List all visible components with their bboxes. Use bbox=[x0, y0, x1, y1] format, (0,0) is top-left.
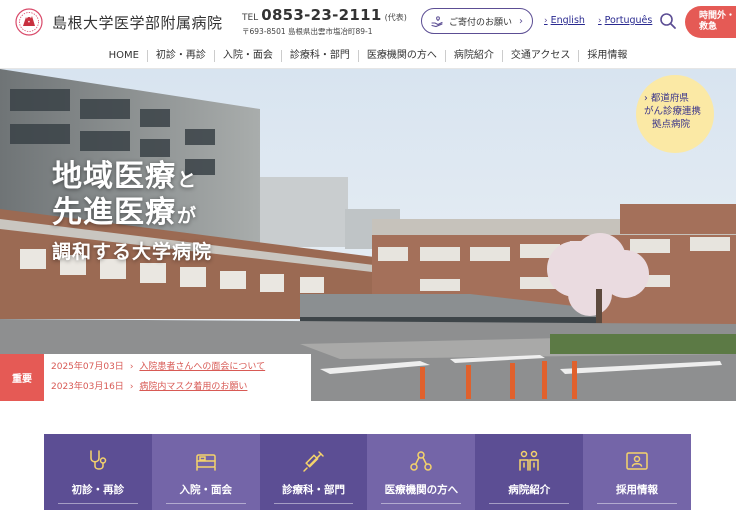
tile-medical-institutions[interactable]: 医療機関の方へ bbox=[367, 434, 476, 510]
hospital-logo-icon[interactable] bbox=[13, 8, 45, 36]
emergency-label-line1: 時間外・ bbox=[699, 11, 736, 21]
emergency-label-line2: 救急 bbox=[699, 22, 718, 32]
badge-line1: 都道府県 bbox=[650, 93, 689, 104]
nav-item-recruit[interactable]: 採用情報 bbox=[578, 50, 635, 62]
hero-headline: 地域医療 と 先進医療 が 調和する大学病院 bbox=[52, 159, 212, 264]
nav-item-access[interactable]: 交通アクセス bbox=[501, 50, 579, 62]
tile-recruit[interactable]: 採用情報 bbox=[583, 434, 691, 510]
chevron-right-icon: › bbox=[519, 15, 524, 27]
tel-note: (代表) bbox=[384, 13, 407, 22]
news-item[interactable]: 2025年07月03日 › 入院患者さんへの面会について bbox=[51, 361, 311, 373]
donation-hand-icon bbox=[431, 16, 443, 28]
lang-english-label: English bbox=[550, 15, 585, 26]
news-title-link[interactable]: 入院患者さんへの面会について bbox=[139, 361, 265, 373]
bed-icon bbox=[195, 454, 216, 471]
tile-outpatient[interactable]: 初診・再診 bbox=[44, 434, 152, 510]
nav-item-admission[interactable]: 入院・面会 bbox=[213, 50, 281, 62]
global-nav: HOME 初診・再診 入院・面会 診療科・部門 医療機関の方へ 病院紹介 交通ア… bbox=[0, 44, 736, 69]
donate-button[interactable]: ご寄付のお願い › bbox=[421, 8, 533, 34]
tile-label: 病院紹介 bbox=[508, 484, 551, 496]
badge-line2: がん診療連携 bbox=[644, 106, 702, 117]
nav-item-home[interactable]: HOME bbox=[101, 50, 147, 62]
tile-label: 入院・面会 bbox=[179, 484, 232, 496]
cancer-center-badge[interactable]: › 都道府県 がん診療連携 拠点病院 bbox=[636, 75, 714, 153]
caret-right-icon: › bbox=[644, 93, 648, 104]
hero-line2-small: が bbox=[177, 205, 197, 227]
network-icon bbox=[410, 451, 433, 471]
address: 〒693-8501 島根県出雲市塩冶町89-1 bbox=[242, 27, 373, 36]
hero-line3: 調和する大学病院 bbox=[52, 241, 213, 263]
hero-section: 地域医療 と 先進医療 が 調和する大学病院 › 都道府県 がん診療連携 拠点病… bbox=[0, 69, 736, 401]
important-news-panel: 重要 2025年07月03日 › 入院患者さんへの面会について 2023年03月… bbox=[0, 354, 311, 401]
caret-right-icon: › bbox=[598, 15, 602, 26]
tile-label: 採用情報 bbox=[616, 484, 659, 496]
caret-right-icon: › bbox=[129, 362, 134, 372]
news-date: 2025年07月03日 bbox=[51, 362, 124, 372]
important-tag: 重要 bbox=[0, 354, 44, 401]
staff-icon bbox=[519, 450, 539, 471]
news-date: 2023年03月16日 bbox=[51, 382, 124, 392]
search-icon[interactable] bbox=[659, 12, 677, 30]
news-list: 2025年07月03日 › 入院患者さんへの面会について 2023年03月16日… bbox=[44, 354, 311, 401]
tel-number[interactable]: 0853-23-2111 bbox=[261, 6, 381, 24]
site-header: 島根大学医学部附属病院 TEL 0853-23-2111 (代表) 〒693-8… bbox=[0, 0, 736, 44]
tile-about[interactable]: 病院紹介 bbox=[475, 434, 584, 510]
badge-line3: 拠点病院 bbox=[652, 119, 691, 130]
tel-label: TEL bbox=[242, 13, 259, 23]
language-english-link[interactable]: › English bbox=[544, 15, 585, 26]
nav-item-departments[interactable]: 診療科・部門 bbox=[280, 50, 358, 62]
tile-departments[interactable]: 診療科・部門 bbox=[259, 434, 368, 510]
lang-portuguese-label: Português bbox=[604, 15, 653, 26]
hero-line1-big: 地域医療 bbox=[52, 159, 176, 194]
tile-label: 初診・再診 bbox=[71, 484, 125, 496]
news-item[interactable]: 2023年03月16日 › 病院内マスク着用のお願い bbox=[51, 381, 311, 393]
caret-right-icon: › bbox=[129, 382, 134, 392]
caret-right-icon: › bbox=[544, 15, 548, 26]
language-portuguese-link[interactable]: › Português bbox=[598, 15, 652, 26]
tile-admission[interactable]: 入院・面会 bbox=[151, 434, 260, 510]
hero-line1-small: と bbox=[177, 169, 197, 191]
nav-item-outpatient[interactable]: 初診・再診 bbox=[146, 50, 214, 62]
quick-link-tiles: 初診・再診 入院・面会 診療科・部門 医療機関の方へ 病院紹介 採用情報 bbox=[44, 434, 691, 510]
tile-label: 診療科・部門 bbox=[282, 484, 346, 496]
stethoscope-icon bbox=[90, 450, 107, 470]
nav-item-about[interactable]: 病院紹介 bbox=[444, 50, 502, 62]
news-title-link[interactable]: 病院内マスク着用のお願い bbox=[139, 381, 247, 393]
contact-block: TEL 0853-23-2111 (代表) 〒693-8501 島根県出雲市塩冶… bbox=[242, 6, 407, 37]
donate-label: ご寄付のお願い bbox=[449, 17, 513, 28]
syringe-icon bbox=[302, 451, 324, 472]
id-card-icon bbox=[626, 452, 648, 470]
nav-item-medical-institutions[interactable]: 医療機関の方へ bbox=[357, 50, 445, 62]
emergency-button[interactable]: 時間外・ 救急 bbox=[685, 6, 736, 38]
site-title[interactable]: 島根大学医学部附属病院 bbox=[52, 12, 223, 33]
hero-line2-big: 先進医療 bbox=[52, 195, 176, 230]
tile-label: 医療機関の方へ bbox=[384, 484, 459, 496]
